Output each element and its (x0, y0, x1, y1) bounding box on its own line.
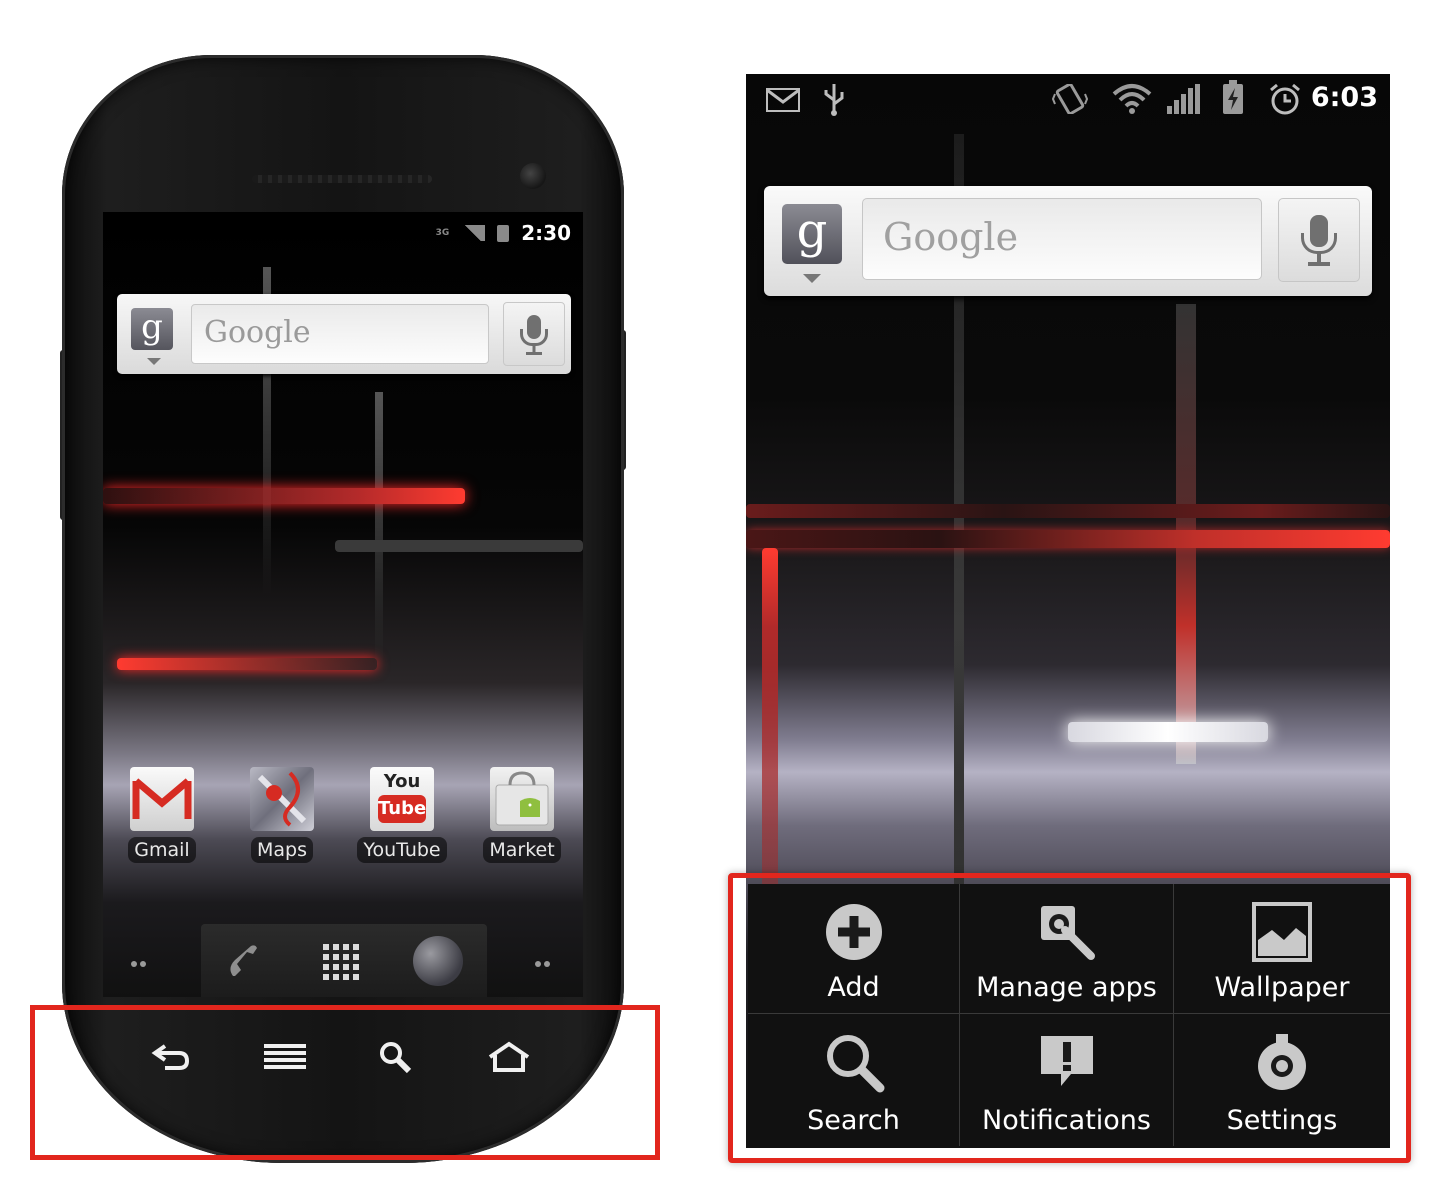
wallpaper-streak (746, 504, 1390, 518)
browser-globe-icon[interactable] (413, 936, 463, 986)
youtube-logo-you: You (383, 771, 421, 792)
google-g-icon[interactable]: g (782, 204, 842, 264)
app-maps[interactable]: Maps (227, 767, 337, 863)
network-type-label: 3G (435, 228, 450, 238)
app-youtube[interactable]: You Tube YouTube (347, 767, 457, 863)
search-placeholder: Google (883, 215, 1019, 259)
app-market[interactable]: Market (467, 767, 577, 863)
left-home-screen: 3G 2:30 g Google Gmail Maps You Tube You… (103, 212, 583, 997)
market-icon (490, 767, 554, 831)
signal-icon (461, 225, 486, 241)
app-label: Market (483, 837, 561, 863)
dock (201, 924, 487, 997)
maps-icon (250, 767, 314, 831)
google-g-icon[interactable]: g (131, 308, 173, 350)
youtube-icon: You Tube (370, 767, 434, 831)
front-camera (520, 163, 546, 189)
app-label: YouTube (357, 837, 447, 863)
voice-search-button[interactable] (503, 302, 565, 366)
wallpaper-streak (335, 540, 583, 552)
app-shortcuts: Gmail Maps You Tube YouTube Market (103, 767, 583, 877)
search-input[interactable]: Google (862, 198, 1262, 280)
search-placeholder: Google (204, 315, 311, 350)
status-time: 2:30 (521, 221, 571, 245)
wallpaper-line (375, 392, 383, 682)
microphone-icon (1279, 199, 1359, 281)
page-indicator-right[interactable] (535, 952, 555, 967)
gmail-icon (130, 767, 194, 831)
microphone-icon (504, 303, 564, 365)
phone-icon[interactable] (221, 938, 269, 986)
status-bar: 6:03 (746, 74, 1390, 124)
vibrate-icon (1052, 84, 1088, 114)
battery-charging-icon (1223, 80, 1243, 114)
app-label: Gmail (128, 837, 196, 863)
youtube-logo-tube: Tube (378, 795, 426, 823)
alarm-icon (1270, 83, 1300, 115)
highlight-box-softkeys (30, 1005, 660, 1160)
gmail-notification-icon (766, 88, 800, 112)
voice-search-button[interactable] (1278, 198, 1360, 282)
signal-icon (1167, 84, 1200, 114)
dropdown-arrow-icon[interactable] (803, 274, 821, 283)
wallpaper-streak (1068, 722, 1268, 742)
wallpaper-streak (117, 658, 377, 670)
google-search-widget[interactable]: g Google (764, 186, 1372, 296)
google-search-widget[interactable]: g Google (117, 294, 571, 374)
usb-icon (824, 84, 844, 116)
wallpaper-streak (746, 530, 1390, 548)
status-time: 6:03 (1310, 82, 1378, 113)
search-input[interactable]: Google (191, 304, 489, 364)
app-gmail[interactable]: Gmail (107, 767, 217, 863)
page-indicator-left[interactable] (131, 952, 151, 967)
app-label: Maps (251, 837, 313, 863)
earpiece (252, 175, 432, 183)
status-bar: 3G 2:30 (435, 221, 571, 245)
app-drawer-icon[interactable] (319, 940, 363, 984)
highlight-box-menu (728, 873, 1411, 1163)
battery-icon (497, 224, 510, 242)
dropdown-arrow-icon[interactable] (147, 358, 161, 365)
wifi-icon (1112, 84, 1152, 114)
wallpaper-streak (103, 488, 465, 504)
